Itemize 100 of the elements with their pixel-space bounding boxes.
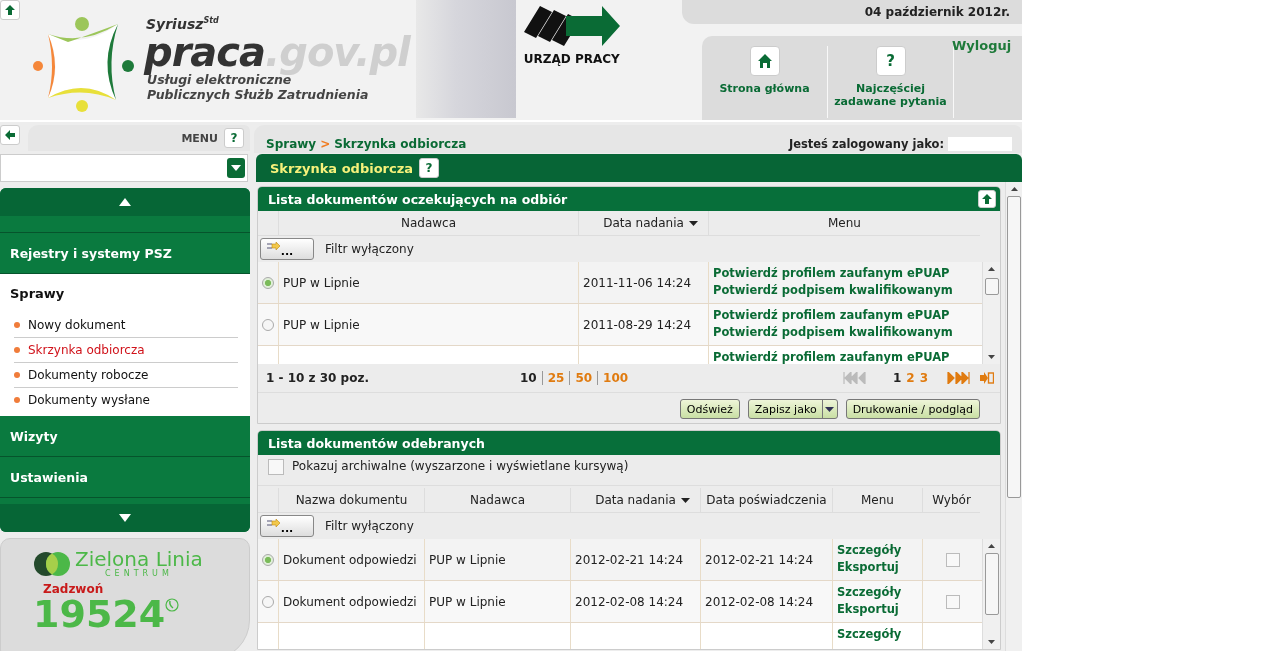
sidebar-section[interactable]: Sprawy [10,286,238,301]
action-link[interactable]: Szczegóły [837,626,902,643]
page-jump-icon[interactable] [980,372,994,384]
action-link[interactable]: Eksportuj [837,601,899,618]
home-link[interactable]: Strona główna [702,46,828,118]
action-link[interactable]: Potwierdź profilem zaufanym ePUAP [713,349,950,364]
column-header[interactable]: Nadawca [278,211,578,235]
column-header[interactable]: Data nadania [570,488,700,512]
faq-link[interactable]: ? Najczęściej zadawane pytania [828,46,954,118]
current-date: 04 październik 2012r. [864,5,1010,19]
sidebar-section[interactable]: Ustawienia [0,457,250,498]
table-cell: 2012-02-08 14:24 [575,594,684,609]
logout-link[interactable]: Wyloguj [952,38,1012,53]
table-row[interactable]: Dokument odpowiedzi PUP w Lipnie 2012-02-08 14:24 2012-02-08 14:24 Szczegóły Eksportuj [258,581,982,623]
filter-status: Filtr wyłączony [325,519,414,533]
table-cell: Dokument odpowiedzi [283,594,417,609]
next-last-icon[interactable] [944,372,970,384]
row-radio[interactable] [262,276,274,289]
page-link[interactable]: 1 [892,371,902,385]
row-checkbox[interactable] [945,594,960,609]
collapse-menu-button[interactable] [0,125,20,145]
panel-title: Lista dokumentów odebranych [268,435,485,451]
action-button[interactable]: Odśwież [679,399,740,419]
row-radio[interactable] [262,553,274,566]
collapse-panel-button[interactable] [978,190,996,208]
hotline-banner[interactable]: Zielona Linia CENTRUM Zadzwoń 19524 [0,538,250,651]
up-arrow-icon [981,193,993,205]
office-logo-text: URZĄD PRACY [523,52,620,66]
record-range: 1 - 10 z 30 poz. [266,371,370,385]
breadcrumb-separator: > [320,137,331,151]
sidebar-section[interactable]: Wizyty [0,416,250,457]
table-cell: 2012-02-08 14:24 [705,594,814,609]
filter-arrow-icon [267,242,281,250]
action-link[interactable]: Szczegóły [837,542,902,559]
logged-in-label: Jesteś zalogowany jako: [788,137,944,151]
sort-down-icon [681,497,690,503]
column-header[interactable]: Nadawca [424,488,570,512]
up-triangle-icon [119,198,131,206]
circles-logo-icon [33,550,71,577]
down-triangle-icon [119,514,131,522]
column-header[interactable]: Nazwa dokumentu [278,488,424,512]
table-cell: Dokument odpowiedzi [283,552,417,567]
hotline-number: 19524 [33,596,166,632]
sort-down-icon [689,220,698,226]
table-row[interactable]: PUP w Lipnie 2011-08-29 14:24 Potwierdź profilem zaufanym ePUAP Potwierdź podpisem kwalifikowanym [258,304,982,346]
table-cell: PUP w Lipnie [283,317,360,332]
save-as-button[interactable]: Zapisz jako [747,399,838,419]
table-cell: 2012-02-21 14:24 [705,552,814,567]
help-icon: ? [875,46,906,76]
up-arrow-icon [4,4,16,16]
collapse-header-button[interactable] [0,0,20,20]
panel-title: Lista dokumentów oczekujących na odbiór [268,191,568,207]
archive-checkbox[interactable] [268,459,284,475]
table-cell: 2012-02-21 14:24 [575,552,684,567]
username-field [948,137,1012,151]
filter-button[interactable]: ... [260,238,314,260]
scroll-thumb[interactable] [984,553,999,615]
action-link[interactable]: Potwierdź podpisem kwalifikowanym [713,282,953,299]
dropdown-icon [231,165,241,171]
row-radio[interactable] [262,595,274,608]
sidebar-item[interactable]: Nowy dokument [14,313,238,338]
scrollbar[interactable] [982,262,1000,364]
table-cell: 2011-08-29 14:24 [583,317,692,332]
row-radio[interactable] [262,318,274,331]
table-cell: 2011-11-06 14:24 [583,275,692,290]
table-row[interactable]: Dokument odpowiedzi PUP w Lipnie 2012-02-21 14:24 2012-02-21 14:24 Szczegóły Eksportuj [258,539,982,581]
column-header[interactable]: Data nadania [578,211,708,235]
scroll-thumb[interactable] [1007,196,1021,498]
help-button[interactable]: ? [224,128,244,148]
sidebar-item[interactable]: Dokumenty wysłane [14,388,238,412]
action-link[interactable]: Szczegóły [837,584,902,601]
sidebar-item[interactable]: Skrzynka odbiorcza [14,338,238,363]
dropdown-icon [825,406,835,412]
table-row[interactable]: PUP w Lipnie 2011-11-06 14:24 Potwierdź profilem zaufanym ePUAP Potwierdź podpisem kwalifikowanym [258,262,982,304]
row-checkbox[interactable] [945,552,960,567]
breadcrumb-link[interactable]: Skrzynka odbiorcza [334,137,467,151]
page-scrollbar[interactable] [1005,182,1022,651]
action-link[interactable]: Potwierdź profilem zaufanym ePUAP [713,265,950,282]
column-header[interactable]: Data poświadczenia [700,488,832,512]
hotline-subtitle: CENTRUM [104,569,174,578]
menu-select[interactable] [0,154,248,182]
breadcrumb-link[interactable]: Sprawy [266,137,317,151]
action-link[interactable]: Potwierdź profilem zaufanym ePUAP [713,307,950,324]
action-link[interactable]: Eksportuj [837,559,899,576]
sidebar-item[interactable]: Dokumenty robocze [14,363,238,388]
scroll-thumb[interactable] [984,278,999,295]
scrollbar[interactable] [982,539,1000,649]
table-cell: PUP w Lipnie [429,594,506,609]
first-previous-icon [842,372,869,384]
column-header[interactable]: Menu [708,211,980,235]
action-link[interactable]: Potwierdź podpisem kwalifikowanym [713,324,953,341]
page-size-link[interactable]: 10 [520,371,537,385]
column-header[interactable]: Wybór [922,488,980,512]
filter-status: Filtr wyłączony [325,242,414,256]
action-button[interactable]: Drukowanie / podgląd [845,399,980,419]
home-icon [756,53,773,69]
help-button[interactable]: ? [419,158,440,178]
filter-button[interactable]: ... [260,515,314,537]
column-header[interactable]: Menu [832,488,922,512]
left-arrow-icon [4,129,16,141]
